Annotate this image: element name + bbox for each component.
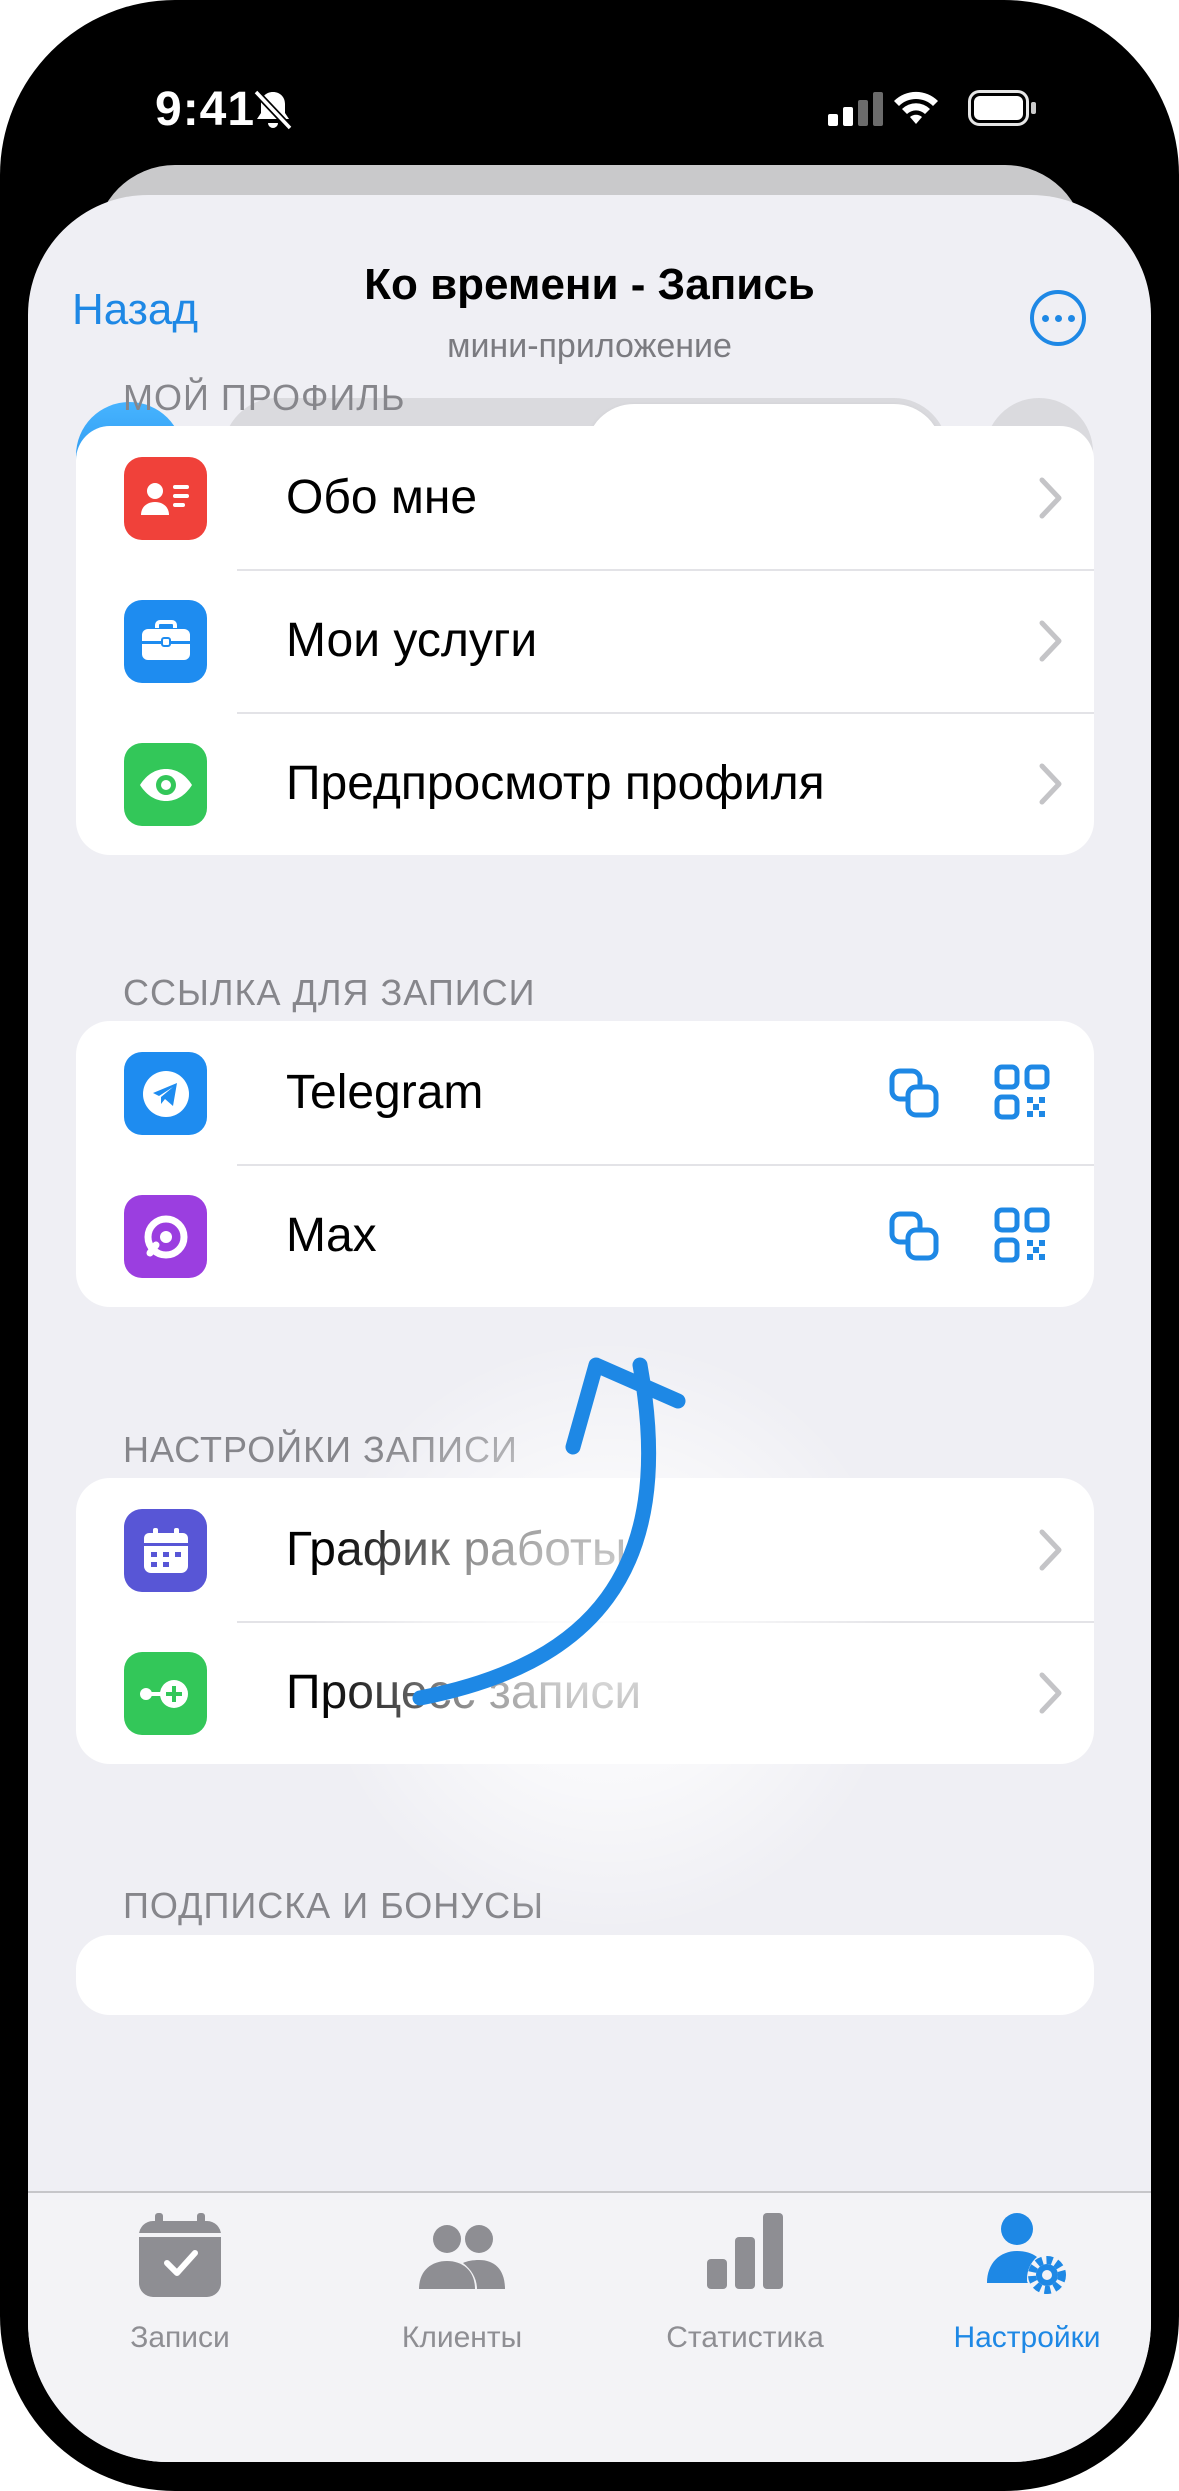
- calendar-check-icon: [139, 2213, 221, 2297]
- wifi-icon: [894, 91, 938, 124]
- tab-clients[interactable]: Клиенты: [362, 2193, 562, 2393]
- people-icon: [419, 2225, 505, 2289]
- battery-icon: [968, 90, 1036, 126]
- phone-frame: 9:41 Назад Ко времени - Запись мини-прил…: [0, 0, 1179, 2491]
- mini-app-screen: Назад Ко времени - Запись мини-приложени…: [28, 195, 1151, 2462]
- status-time: 9:41: [155, 83, 256, 136]
- bell-slash-icon: [253, 89, 293, 131]
- bar-chart-icon: [707, 2213, 783, 2289]
- tab-statistics[interactable]: Статистика: [645, 2193, 845, 2393]
- tab-label: Настройки: [953, 2321, 1101, 2354]
- tab-bookings[interactable]: Записи: [80, 2193, 280, 2393]
- tab-settings[interactable]: Настройки: [927, 2193, 1127, 2393]
- tab-bar: Записи Клиенты Статистика Настройки: [28, 2191, 1151, 2462]
- curved-arrow-icon: [412, 1357, 686, 1706]
- tab-label: Записи: [130, 2321, 230, 2354]
- person-gear-icon: [987, 2213, 1066, 2294]
- tab-label: Статистика: [666, 2321, 824, 2354]
- tab-label: Клиенты: [401, 2321, 523, 2354]
- cellular-signal-icon: [828, 92, 883, 126]
